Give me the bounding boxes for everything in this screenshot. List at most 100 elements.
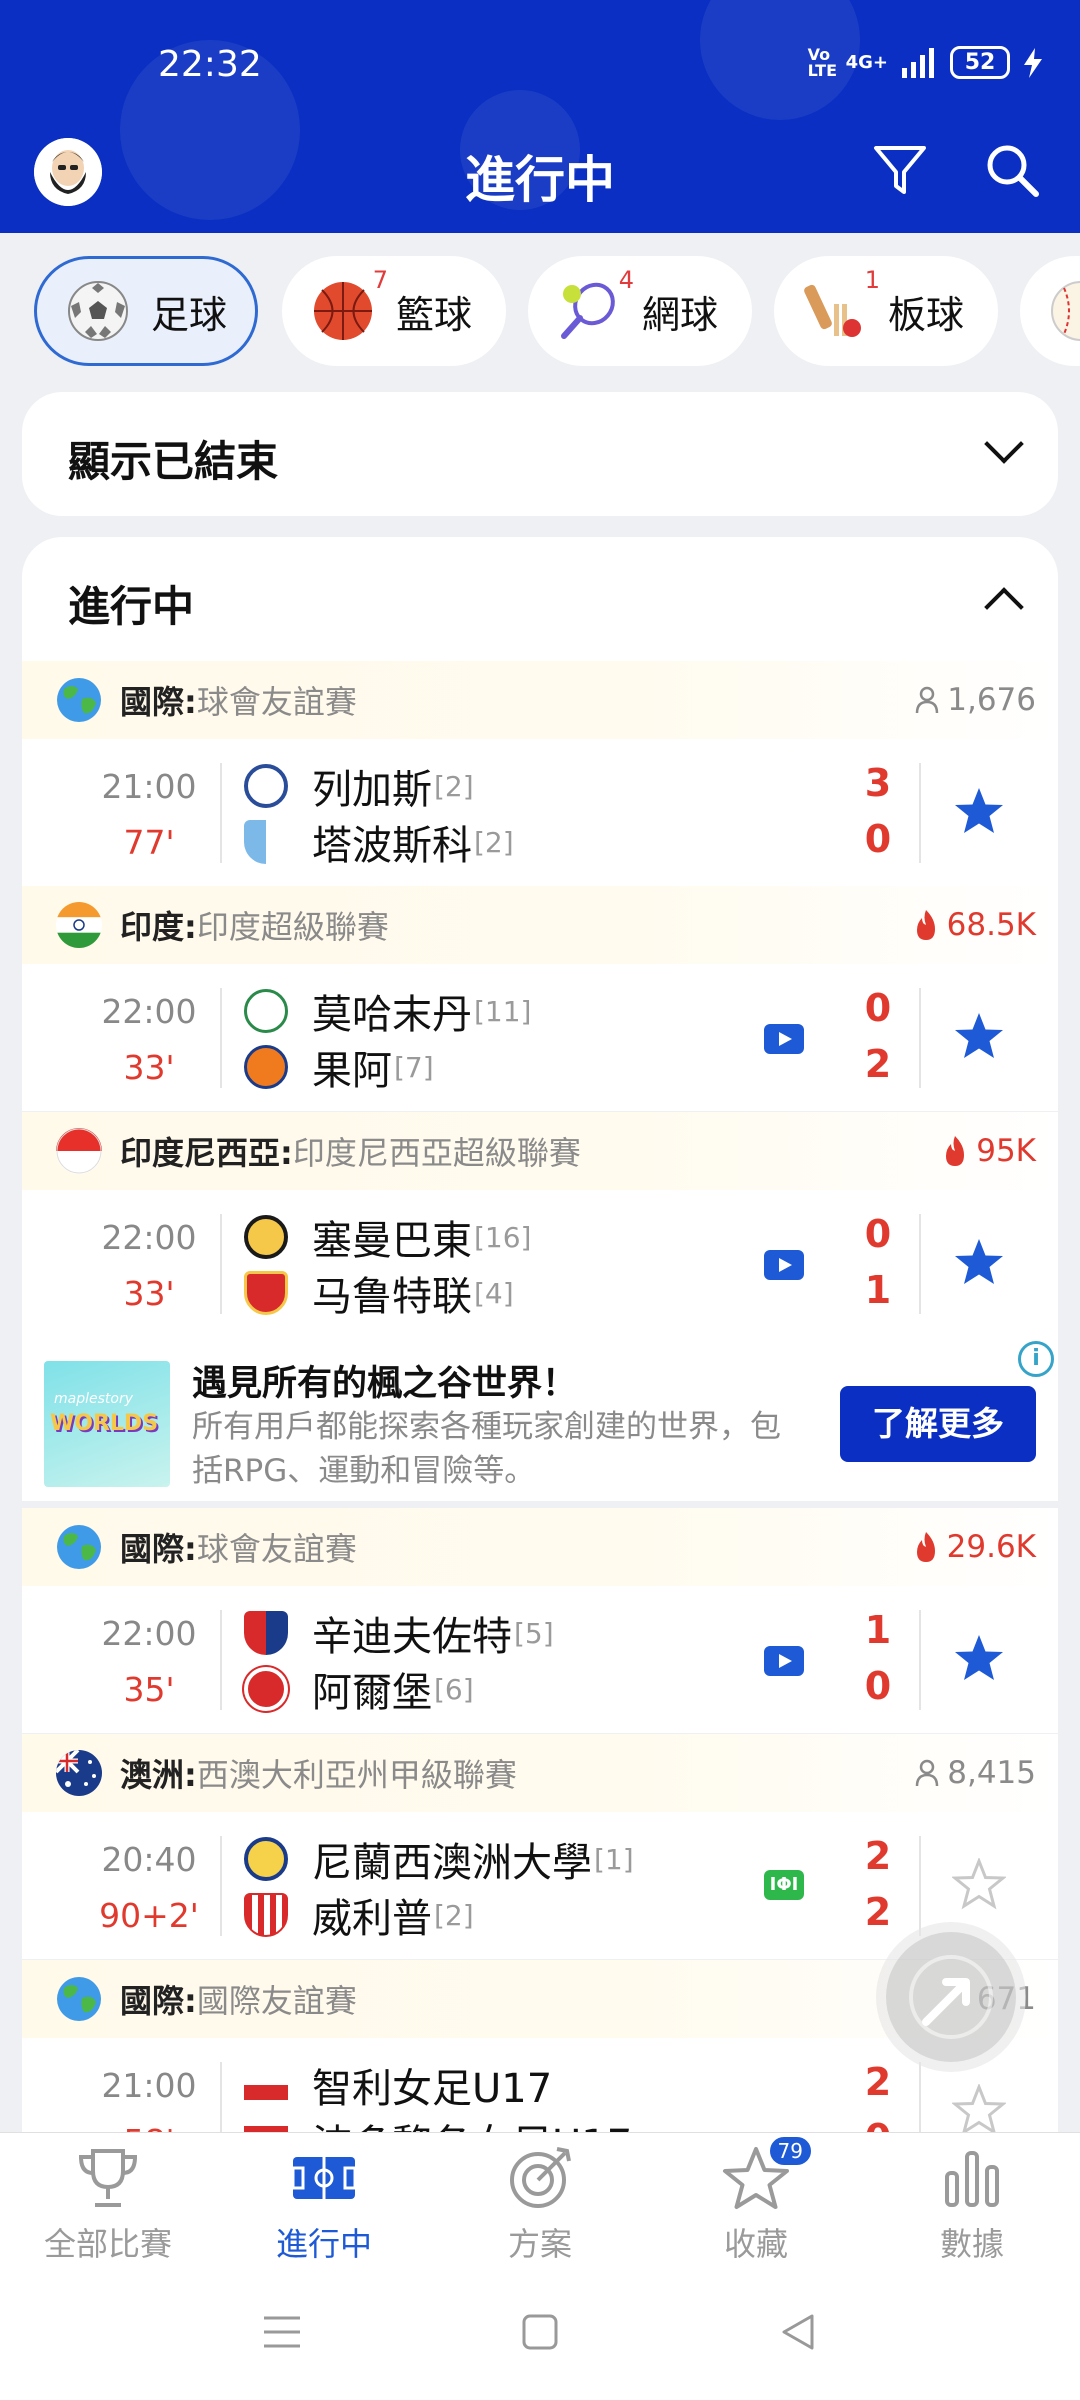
favorite-star-icon[interactable] bbox=[952, 1236, 1006, 1290]
divider bbox=[919, 988, 921, 1088]
divider bbox=[919, 1214, 921, 1314]
away-score: 2 bbox=[864, 1042, 892, 1086]
home-team-name: 莫哈末丹 bbox=[312, 992, 472, 1038]
chip-label: 網球 bbox=[642, 292, 719, 337]
ad-title: 遇見所有的楓之谷世界！ bbox=[192, 1364, 578, 1404]
chip-label: 足球 bbox=[151, 292, 228, 337]
nav-live[interactable]: 進行中 bbox=[216, 2143, 432, 2265]
league-stat-value: 1,676 bbox=[947, 682, 1036, 718]
charging-icon bbox=[1024, 47, 1042, 78]
back-icon[interactable] bbox=[778, 2312, 818, 2352]
app-header: 22:32 Vo LTE 4G+ 52 進行中 bbox=[0, 0, 1080, 233]
divider bbox=[220, 1836, 222, 1936]
trophy-icon bbox=[73, 2143, 143, 2213]
league-competition: 球會友誼賽 bbox=[196, 1530, 357, 1568]
menu-icon[interactable] bbox=[262, 2312, 302, 2352]
show-finished-label: 顯示已結束 bbox=[68, 437, 279, 486]
system-navigation-bar bbox=[0, 2272, 1080, 2400]
team-logo-icon bbox=[244, 820, 288, 864]
league-header[interactable]: 澳洲: 西澳大利亞州甲級聯賽 8,415 bbox=[22, 1734, 1058, 1812]
league-header[interactable]: 印度: 印度超級聯賽 68.5K bbox=[22, 886, 1058, 964]
live-section-label: 進行中 bbox=[68, 582, 195, 631]
chip-football[interactable]: 足球 bbox=[34, 256, 258, 366]
league-stat-value: 68.5K bbox=[946, 907, 1036, 943]
home-score: 0 bbox=[864, 986, 892, 1030]
nav-favorites[interactable]: 79 收藏 bbox=[648, 2135, 864, 2265]
match-time: 21:00 bbox=[101, 2066, 197, 2105]
home-team-name: 辛迪夫佐特 bbox=[312, 1614, 512, 1660]
favorite-star-outline-icon[interactable] bbox=[952, 2084, 1006, 2132]
away-team: 威利普 [2] bbox=[244, 1886, 474, 1944]
person-icon bbox=[916, 1759, 939, 1787]
league-country: 國際: bbox=[120, 1530, 197, 1568]
home-team-name: 塞曼巴東 bbox=[312, 1218, 472, 1264]
match-time: 22:00 bbox=[101, 992, 197, 1031]
home-score: 3 bbox=[864, 761, 892, 805]
match-row[interactable]: 22:00 33' 塞曼巴東 [16] 马鲁特联 [4] 0 1 bbox=[22, 1190, 1058, 1337]
favorite-star-icon[interactable] bbox=[952, 1010, 1006, 1064]
video-icon[interactable] bbox=[764, 1024, 804, 1054]
person-icon bbox=[916, 686, 939, 714]
ad-learn-more-button[interactable]: 了解更多 bbox=[840, 1386, 1036, 1462]
live-field-icon[interactable]: ΙΦΙ bbox=[764, 1870, 804, 1900]
match-row[interactable]: 22:00 35' 辛迪夫佐特 [5] 阿爾堡 [6] 1 0 bbox=[22, 1586, 1058, 1733]
league-header[interactable]: 國際: 球會友誼賽 1,676 bbox=[22, 661, 1058, 739]
home-team-name: 尼蘭西澳洲大學 bbox=[312, 1840, 592, 1886]
away-score: 1 bbox=[864, 1268, 892, 1312]
chile-flag-icon bbox=[244, 2070, 288, 2100]
away-team-rank: [7] bbox=[394, 1050, 434, 1084]
divider bbox=[919, 763, 921, 863]
globe-icon bbox=[56, 1524, 102, 1570]
away-team-name: 塔波斯科 bbox=[312, 823, 472, 869]
show-finished-toggle[interactable]: 顯示已結束 bbox=[22, 392, 1058, 516]
home-score: 1 bbox=[864, 1608, 892, 1652]
home-team-name: 智利女足U17 bbox=[312, 2066, 553, 2112]
away-team-name: 阿爾堡 bbox=[312, 1670, 432, 1716]
league-stat: 8,415 bbox=[915, 1755, 1036, 1791]
league-header[interactable]: 印度尼西亞: 印度尼西亞超級聯賽 95K bbox=[22, 1112, 1058, 1190]
chip-baseball[interactable] bbox=[1020, 256, 1080, 366]
home-icon[interactable] bbox=[520, 2312, 560, 2352]
nav-label: 方案 bbox=[507, 2225, 572, 2263]
nav-label: 收藏 bbox=[723, 2225, 788, 2263]
fire-icon bbox=[946, 1136, 965, 1166]
nav-plans[interactable]: 方案 bbox=[432, 2143, 648, 2265]
home-team: 辛迪夫佐特 [5] bbox=[244, 1604, 554, 1662]
match-minute: 35' bbox=[123, 1670, 175, 1709]
divider bbox=[220, 763, 222, 863]
chip-cricket[interactable]: 1 板球 bbox=[774, 256, 998, 366]
ad-banner[interactable]: maplestory WORLDS 遇見所有的楓之谷世界！ 所有用戶都能探索各種… bbox=[22, 1333, 1058, 1501]
match-time: 22:00 bbox=[101, 1218, 197, 1257]
video-icon[interactable] bbox=[764, 1646, 804, 1676]
rocket-icon bbox=[909, 1955, 993, 2039]
divider bbox=[919, 1610, 921, 1710]
ad-info-icon[interactable]: i bbox=[1018, 1341, 1054, 1377]
nav-all-matches[interactable]: 全部比賽 bbox=[0, 2143, 216, 2265]
search-icon[interactable] bbox=[982, 140, 1042, 200]
home-team-rank: [16] bbox=[474, 1220, 532, 1254]
league-stat-value: 95K bbox=[976, 1133, 1036, 1169]
match-row[interactable]: 22:00 33' 莫哈末丹 [11] 果阿 [7] 0 2 bbox=[22, 964, 1058, 1111]
chip-basketball[interactable]: 7 籃球 bbox=[282, 256, 506, 366]
floating-action-button[interactable] bbox=[886, 1932, 1016, 2062]
chip-tennis[interactable]: 4 網球 bbox=[528, 256, 752, 366]
match-minute: 77' bbox=[123, 823, 175, 862]
filter-icon[interactable] bbox=[870, 140, 930, 200]
league-country: 國際: bbox=[120, 683, 197, 721]
away-team: 马鲁特联 [4] bbox=[244, 1264, 514, 1322]
nav-stats[interactable]: 數據 bbox=[864, 2143, 1080, 2265]
favorite-star-icon[interactable] bbox=[952, 785, 1006, 839]
favorite-star-icon[interactable] bbox=[952, 1632, 1006, 1686]
team-logo-icon bbox=[244, 1893, 288, 1937]
league-country: 澳洲: bbox=[120, 1756, 197, 1794]
league-competition: 印度尼西亞超級聯賽 bbox=[292, 1134, 581, 1172]
target-icon bbox=[505, 2143, 575, 2213]
favorite-star-outline-icon[interactable] bbox=[952, 1858, 1006, 1912]
video-icon[interactable] bbox=[764, 1250, 804, 1280]
match-row[interactable]: 21:00 77' 列加斯 [2] 塔波斯科 [2] 3 0 bbox=[22, 739, 1058, 886]
chevron-up-icon bbox=[984, 587, 1024, 627]
league-stat: 29.6K bbox=[913, 1529, 1036, 1565]
league-header[interactable]: 國際: 球會友誼賽 29.6K bbox=[22, 1508, 1058, 1586]
live-pitch-icon bbox=[289, 2143, 359, 2213]
fire-icon bbox=[916, 910, 935, 940]
